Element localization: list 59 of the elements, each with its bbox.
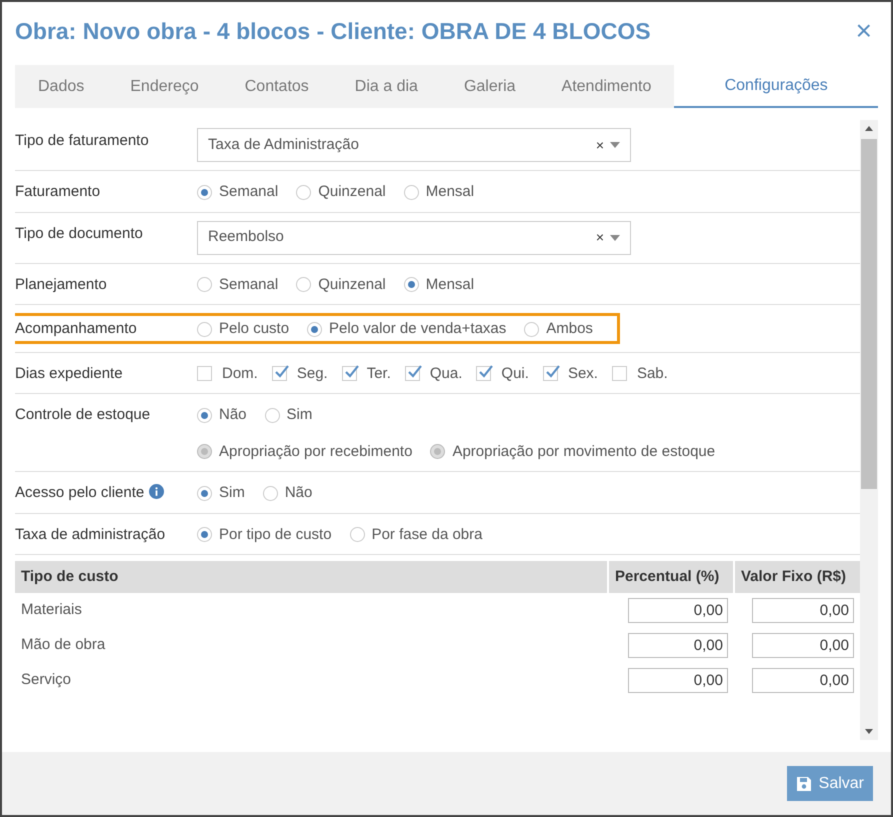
checkbox-option[interactable]: Sab. — [612, 362, 668, 385]
radio-option[interactable]: Quinzenal — [296, 274, 386, 296]
field-label: Dias expediente — [15, 364, 123, 384]
tab[interactable]: Galeria — [440, 65, 539, 108]
radio-option[interactable]: Por fase da obra — [350, 524, 482, 546]
field-label: Taxa de administração — [15, 524, 166, 544]
checkbox-option[interactable]: Sex. — [542, 362, 598, 385]
field-label: Faturamento — [15, 182, 100, 202]
tab[interactable]: Endereço — [107, 65, 222, 108]
radio-option[interactable]: Por tipo de custo — [197, 524, 332, 546]
radio-option[interactable]: Mensal — [404, 274, 474, 296]
value-input[interactable]: 0,00 — [752, 633, 854, 658]
window-title: Obra: Novo obra - 4 blocos - Cliente: OBRA DE 4 BLOCOS — [15, 16, 651, 46]
radio-option[interactable]: Quinzenal — [296, 181, 386, 204]
percent-input[interactable]: 0,00 — [628, 633, 728, 658]
radio-option[interactable]: Pelo valor de venda+taxas — [307, 318, 506, 340]
radio-option[interactable]: Sim — [197, 482, 245, 504]
table-cell-text: Serviço — [20, 670, 72, 690]
table-cell: Materiais — [15, 593, 608, 628]
column-header: Tipo de custo — [15, 561, 608, 593]
table-cell-text: Mão de obra — [20, 635, 106, 656]
checkbox-option[interactable]: Qua. — [404, 362, 462, 385]
field-label: Acesso pelo cliente — [15, 483, 144, 503]
checkbox-option[interactable]: Qui. — [476, 362, 529, 385]
tab[interactable]: Contatos — [222, 65, 332, 108]
radio-option[interactable]: Mensal — [404, 181, 474, 204]
tab[interactable]: Dados — [15, 65, 108, 108]
checkbox-option[interactable]: Ter. — [342, 362, 391, 385]
tab[interactable]: Atendimento — [538, 65, 674, 108]
radio-option[interactable]: Semanal — [197, 274, 278, 296]
radio-option[interactable]: Pelo custo — [197, 318, 290, 340]
field-label: Controle de estoque — [15, 405, 150, 425]
radio-option[interactable]: Não — [262, 482, 312, 504]
column-header: Percentual (%) — [608, 561, 734, 593]
field-label: Tipo de faturamento — [15, 131, 149, 151]
percent-input[interactable]: 0,00 — [628, 668, 728, 693]
scroll-up-icon[interactable] — [865, 126, 873, 131]
radio-option[interactable]: Semanal — [197, 181, 278, 204]
scroll-down-icon[interactable] — [865, 729, 873, 734]
select-field[interactable]: Taxa de Administração × — [197, 128, 631, 162]
column-header: Valor Fixo (R$) — [734, 561, 860, 593]
select-field[interactable]: Reembolso × — [197, 220, 631, 254]
field-label: Planejamento — [15, 274, 107, 294]
field-label: Acompanhamento — [15, 319, 137, 339]
checkbox-option[interactable]: Dom. — [197, 362, 258, 385]
caret-icon — [610, 234, 620, 240]
percent-input[interactable]: 0,00 — [628, 598, 728, 623]
tab[interactable]: Configurações — [674, 65, 878, 108]
radio-option[interactable]: Não — [197, 404, 247, 426]
field-label: Tipo de documento — [15, 224, 143, 244]
radio-option[interactable]: Sim — [264, 404, 312, 426]
scrollbar[interactable] — [860, 120, 878, 740]
info-icon[interactable] — [149, 484, 164, 499]
tab[interactable]: Dia a dia — [332, 65, 441, 108]
caret-icon — [610, 142, 620, 148]
checkbox-option[interactable]: Seg. — [272, 362, 328, 385]
value-input[interactable]: 0,00 — [752, 668, 854, 693]
radio-option[interactable]: Ambos — [524, 318, 593, 340]
value-input[interactable]: 0,00 — [752, 598, 854, 623]
